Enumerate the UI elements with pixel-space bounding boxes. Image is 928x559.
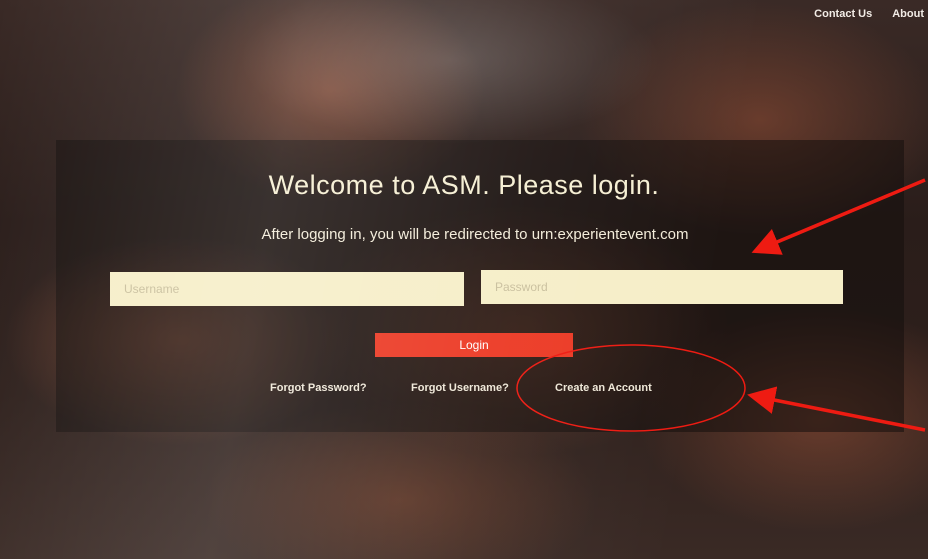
red-circle-icon bbox=[516, 344, 746, 432]
annotation-overlay bbox=[516, 178, 926, 432]
red-arrow-icon bbox=[747, 386, 926, 432]
red-arrow-icon bbox=[751, 178, 926, 255]
